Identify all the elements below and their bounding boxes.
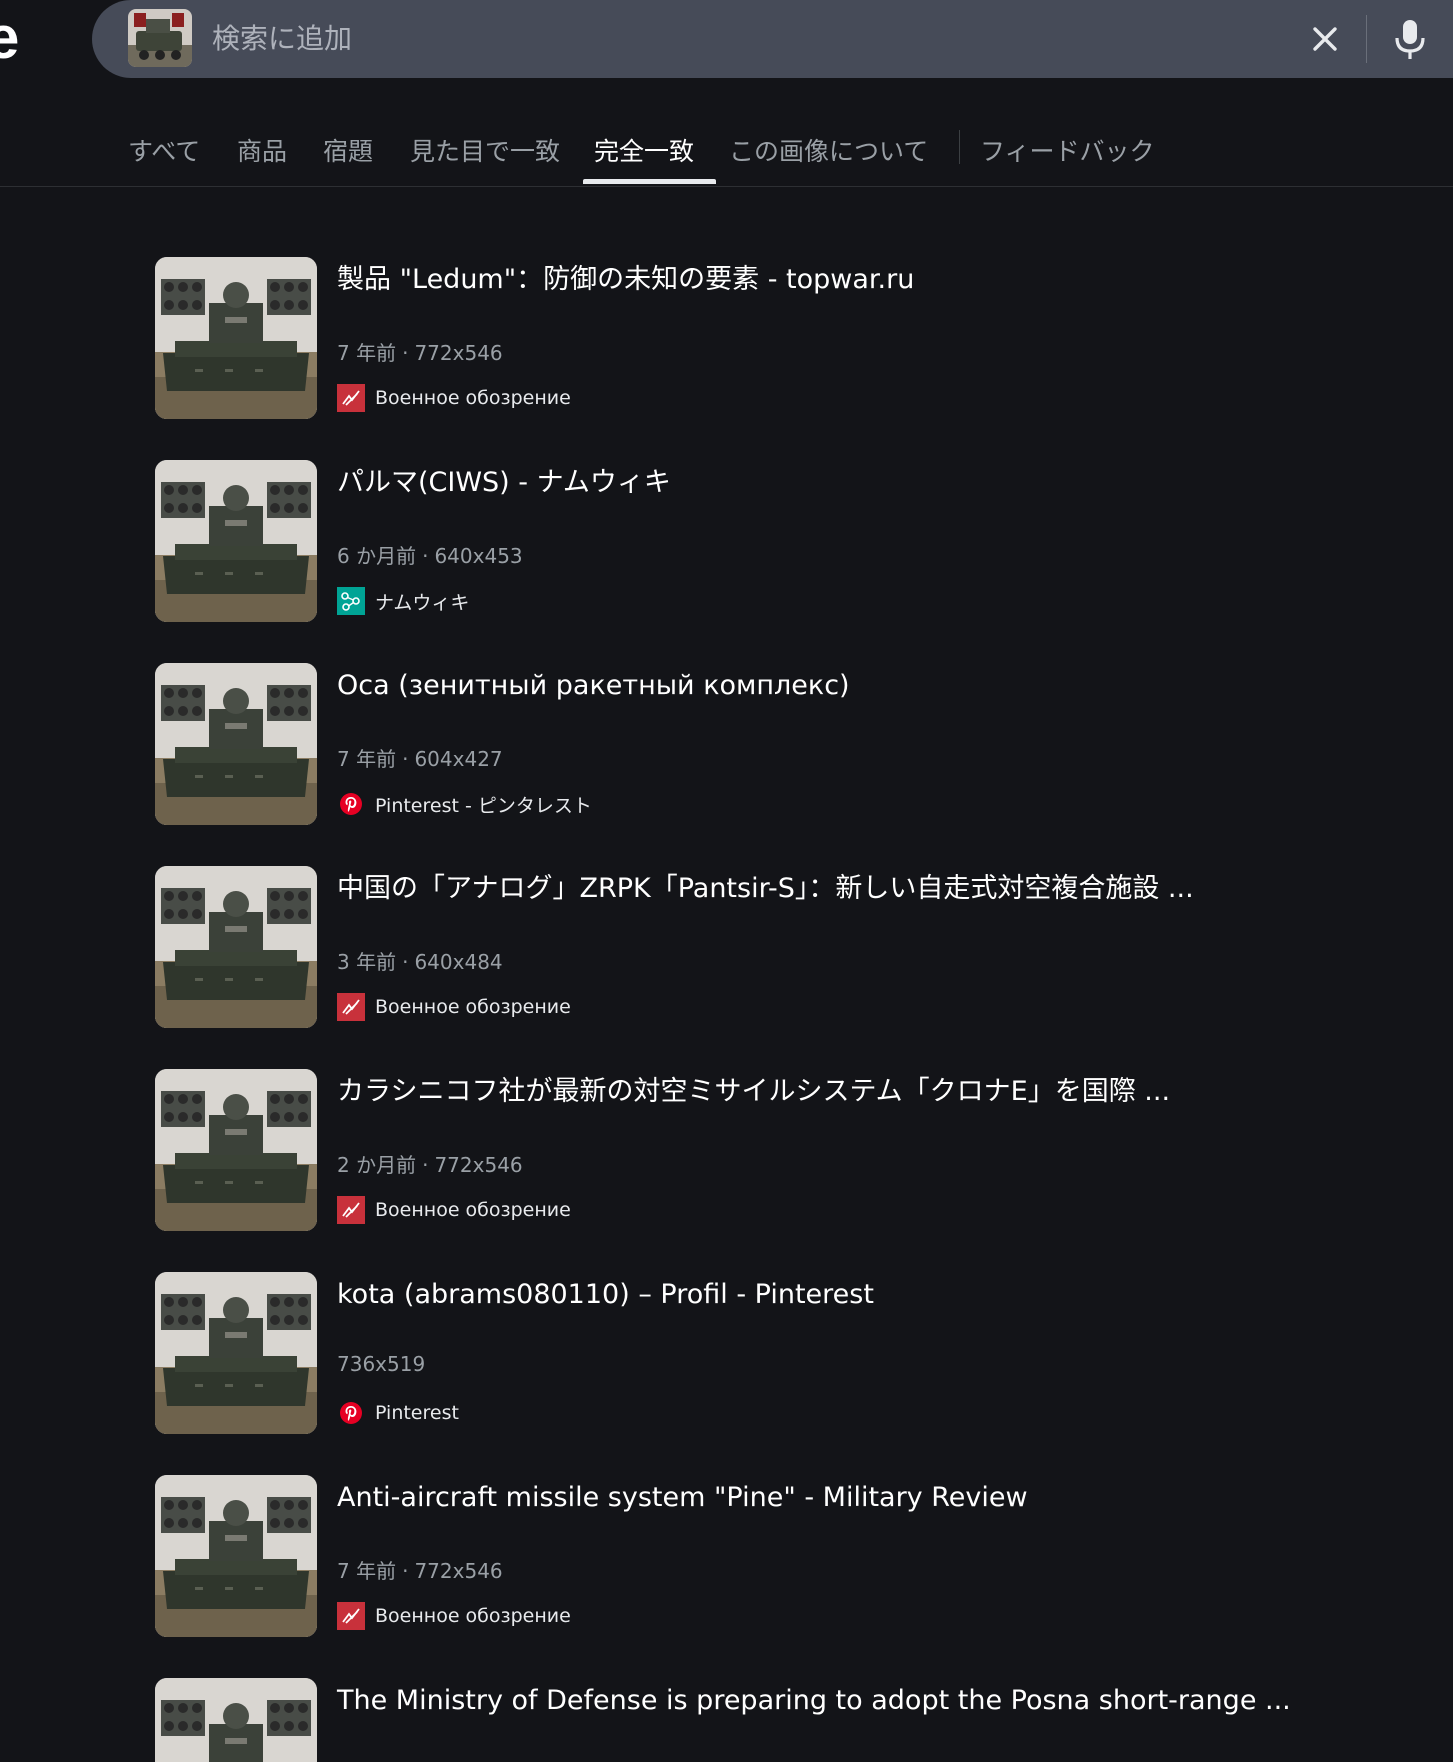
result-item[interactable]: kota (abrams080110) – Profil - Pinterest…: [155, 1272, 1305, 1436]
tab-feedback[interactable]: フィードバック: [980, 132, 1155, 168]
tab-all[interactable]: すべて: [128, 132, 200, 168]
tab-products[interactable]: 商品: [237, 132, 287, 168]
result-size: 640x453: [434, 544, 523, 568]
result-size: 640x484: [414, 950, 503, 974]
result-source-label: Военное обозрение: [375, 1605, 571, 1627]
result-source-label: Военное обозрение: [375, 387, 571, 409]
header: e 検索に追加 すべて 商品 宿題 見た目で一致 完全一致 この画像について フ…: [0, 0, 1453, 187]
result-source-label: Pinterest: [375, 1402, 459, 1424]
result-meta: 736x519: [337, 1352, 425, 1376]
logo[interactable]: e: [0, 8, 19, 68]
result-item[interactable]: パルマ(CIWS) - ナムウィキ 6 か月前 · 640x453 ナムウィキ: [155, 460, 1305, 624]
result-meta: 6 か月前 · 640x453: [337, 544, 523, 568]
tab-about-image[interactable]: この画像について: [729, 132, 928, 168]
result-item[interactable]: The Ministry of Defense is preparing to …: [155, 1678, 1305, 1762]
result-source[interactable]: Военное обозрение: [337, 383, 571, 413]
result-thumbnail[interactable]: [155, 866, 317, 1028]
result-source-label: ナムウィキ: [375, 591, 470, 614]
result-thumbnail[interactable]: [155, 663, 317, 825]
result-source[interactable]: Военное обозрение: [337, 1195, 571, 1225]
result-source-label: Военное обозрение: [375, 1199, 571, 1221]
result-title[interactable]: 製品 "Ledum"：防御の未知の要素 - topwar.ru: [337, 263, 914, 297]
search-input[interactable]: [212, 18, 1112, 58]
result-source[interactable]: Pinterest: [337, 1398, 459, 1428]
result-thumbnail[interactable]: [155, 257, 317, 419]
result-size: 772x546: [414, 1559, 503, 1583]
result-item[interactable]: 製品 "Ledum"：防御の未知の要素 - topwar.ru 7 年前 · 772…: [155, 257, 1305, 421]
topwar-icon: [337, 384, 365, 412]
result-size: 772x546: [434, 1153, 523, 1177]
result-age: 2 か月前: [337, 1153, 417, 1177]
tab-separator: [959, 130, 960, 164]
tab-homework[interactable]: 宿題: [323, 132, 373, 168]
result-item[interactable]: Оса (зенитный ракетный комплекс) 7 年前 · 60…: [155, 663, 1305, 827]
result-title[interactable]: 中国の「アナログ」ZRPK「Pantsir-S」：新しい自走式対空複合施設 ..…: [337, 872, 1194, 906]
topwar-icon: [337, 1602, 365, 1630]
result-thumbnail[interactable]: [155, 1475, 317, 1637]
result-age: 6 か月前: [337, 544, 417, 568]
topwar-icon: [337, 1196, 365, 1224]
pinterest-icon: [337, 790, 365, 818]
result-item[interactable]: Anti-aircraft missile system "Pine" - Mi…: [155, 1475, 1305, 1639]
result-age: 7 年前: [337, 1559, 397, 1583]
result-meta: 2 か月前 · 772x546: [337, 1153, 523, 1177]
result-meta: 7 年前 · 772x546: [337, 341, 503, 365]
tab-visual-matches[interactable]: 見た目で一致: [410, 132, 560, 168]
result-source[interactable]: Военное обозрение: [337, 1601, 571, 1631]
result-title[interactable]: kota (abrams080110) – Profil - Pinterest: [337, 1278, 874, 1312]
result-source-label: Военное обозрение: [375, 996, 571, 1018]
result-meta: 7 年前 · 772x546: [337, 1559, 503, 1583]
tab-exact-matches[interactable]: 完全一致: [594, 132, 694, 168]
result-meta: 7 年前 · 604x427: [337, 747, 503, 771]
search-tabs: すべて 商品 宿題 見た目で一致 完全一致 この画像について フィードバック: [0, 120, 1453, 186]
namuwiki-icon: [337, 587, 365, 615]
topwar-icon: [337, 993, 365, 1021]
result-thumbnail[interactable]: [155, 1678, 317, 1762]
result-source[interactable]: Военное обозрение: [337, 992, 571, 1022]
result-age: 3 年前: [337, 950, 397, 974]
search-divider: [1366, 15, 1367, 63]
result-age: 7 年前: [337, 747, 397, 771]
result-title[interactable]: Оса (зенитный ракетный комплекс): [337, 669, 850, 703]
result-thumbnail[interactable]: [155, 1069, 317, 1231]
result-thumbnail[interactable]: [155, 1272, 317, 1434]
result-source[interactable]: ナムウィキ: [337, 586, 469, 616]
result-item[interactable]: カラシニコフ社が最新の対空ミサイルシステム「クロナE」を国際 ... 2 か月前…: [155, 1069, 1305, 1233]
result-title[interactable]: Anti-aircraft missile system "Pine" - Mi…: [337, 1481, 1028, 1515]
result-meta: 3 年前 · 640x484: [337, 950, 503, 974]
result-item[interactable]: 中国の「アナログ」ZRPK「Pantsir-S」：新しい自走式対空複合施設 ..…: [155, 866, 1305, 1030]
search-image-thumbnail[interactable]: [128, 9, 192, 67]
result-title[interactable]: The Ministry of Defense is preparing to …: [337, 1684, 1291, 1718]
result-title[interactable]: カラシニコフ社が最新の対空ミサイルシステム「クロナE」を国際 ...: [337, 1075, 1170, 1109]
result-thumbnail[interactable]: [155, 460, 317, 622]
microphone-icon[interactable]: [1388, 16, 1432, 62]
result-age: 7 年前: [337, 341, 397, 365]
active-tab-indicator: [583, 179, 716, 184]
pinterest-icon: [337, 1399, 365, 1427]
search-bar[interactable]: [92, 0, 1453, 78]
result-source[interactable]: Pinterest - ピンタレスト: [337, 789, 592, 819]
result-size: 772x546: [414, 341, 503, 365]
result-source-label: Pinterest - ピンタレスト: [375, 794, 592, 817]
result-title[interactable]: パルマ(CIWS) - ナムウィキ: [337, 466, 671, 500]
result-size: 604x427: [414, 747, 503, 771]
result-size: 736x519: [337, 1352, 426, 1376]
close-icon[interactable]: [1306, 20, 1344, 58]
